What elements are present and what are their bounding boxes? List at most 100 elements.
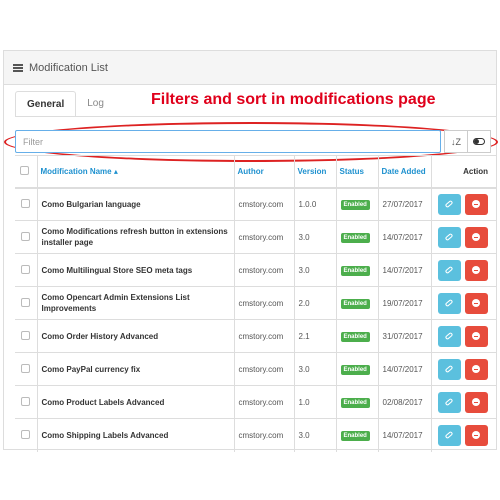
author-cell: cmstory.com [233,253,294,287]
disable-button[interactable] [464,292,488,314]
row-checkbox[interactable] [21,429,30,439]
modification-name: Como PayPal currency fix [36,352,234,386]
select-all-cell [15,155,37,189]
row-select-cell [15,418,37,452]
row-checkbox[interactable] [21,297,30,307]
author-cell: cmstory.com [233,286,294,320]
disable-button[interactable] [464,424,488,446]
link-icon [444,232,454,242]
tabs-divider [15,116,496,117]
version-cell: 2.0 [293,286,336,320]
date-cell: 14/07/2017 [377,418,431,452]
disable-button[interactable] [464,391,488,413]
status-badge: Enabled [340,397,370,408]
disable-button[interactable] [464,358,488,380]
status-badge: Enabled [340,331,370,342]
status-cell: Enabled [335,352,378,386]
list-icon [13,63,23,72]
author-cell: cmstory.com [233,319,294,353]
date-cell: 02/08/2017 [377,385,431,419]
table-row: Como Order History Advanced cmstory.com 2.… [15,319,496,353]
modification-name: Como Opencart Admin Extensions List Impr… [36,286,234,320]
row-select-cell [15,286,37,320]
tab-general[interactable]: General [15,91,77,117]
link-icon [444,331,454,341]
minus-circle-icon [472,332,480,340]
action-cell [430,220,496,254]
table-row: Como Product Labels Advanced cmstory.com 1… [15,385,496,419]
header-action: Action [430,155,496,189]
status-badge: Enabled [340,232,370,243]
modification-name: Como Order History Advanced [36,319,234,353]
action-cell [430,319,496,353]
panel-title: Modification List [29,61,108,74]
version-cell: 3.0 [293,220,336,254]
version-cell: 1.0.0 [293,187,336,221]
table-row: Como Multilingual Store SEO meta tags cms… [15,253,496,287]
disable-button[interactable] [464,226,488,248]
disable-button[interactable] [464,325,488,347]
minus-circle-icon [472,431,480,440]
select-all-checkbox[interactable] [20,165,29,175]
edit-button[interactable] [437,193,461,215]
disable-button[interactable] [464,193,488,215]
date-cell: 19/07/2017 [377,286,431,320]
status-cell: Enabled [335,187,378,221]
action-cell [430,352,496,386]
modification-table: Modification Name ▴ Author Version Statu… [15,155,496,452]
date-cell: 14/07/2017 [377,352,431,386]
header-author[interactable]: Author [233,155,294,189]
date-cell: 14/07/2017 [377,253,431,287]
edit-button[interactable] [437,424,461,446]
header-date[interactable]: Date Added [377,155,431,189]
disable-button[interactable] [464,259,488,281]
link-icon [444,431,454,440]
row-checkbox[interactable] [21,198,30,208]
link-icon [444,265,454,275]
version-cell: 1.0 [293,385,336,419]
modification-name: Como Multilingual Store SEO meta tags [36,253,234,287]
table-row: Como PayPal currency fix cmstory.com 3.0 En… [15,352,496,386]
link-icon [444,397,454,407]
action-cell [430,385,496,419]
status-badge: Enabled [340,298,370,309]
version-cell: 3.0 [293,418,336,452]
promo-headline: Filters and sort in modifications page [151,91,436,108]
row-checkbox[interactable] [21,396,30,406]
modification-name: Como Modifications refresh button in ext… [36,220,234,254]
sort-button[interactable]: ↓Z [444,130,468,153]
link-icon [444,200,454,209]
table-header-row: Modification Name ▴ Author Version Statu… [15,155,496,189]
status-cell: Enabled [335,286,378,320]
minus-circle-icon [472,365,480,373]
row-select-cell [15,220,37,254]
minus-circle-icon [472,299,480,307]
header-version[interactable]: Version [293,155,336,189]
header-name[interactable]: Modification Name ▴ [36,155,234,189]
modification-panel: Modification List General Log Filters an… [3,50,498,452]
edit-button[interactable] [437,259,461,281]
row-checkbox[interactable] [21,264,30,274]
row-checkbox[interactable] [21,363,30,373]
status-badge: Enabled [340,364,370,375]
edit-button[interactable] [437,325,461,347]
row-checkbox[interactable] [21,330,30,340]
edit-button[interactable] [437,391,461,413]
status-cell: Enabled [335,253,378,287]
modification-name: Como Bulgarian language [36,187,234,221]
toggle-button[interactable] [467,130,491,153]
edit-button[interactable] [437,226,461,248]
tab-log[interactable]: Log [76,91,115,117]
status-cell: Enabled [335,385,378,419]
author-cell: cmstory.com [233,352,294,386]
filter-input[interactable] [15,130,441,153]
edit-button[interactable] [437,292,461,314]
status-cell: Enabled [335,418,378,452]
author-cell: cmstory.com [233,418,294,452]
action-cell [430,418,496,452]
author-cell: cmstory.com [233,220,294,254]
row-checkbox[interactable] [21,231,30,241]
edit-button[interactable] [437,358,461,380]
row-select-cell [15,352,37,386]
header-status[interactable]: Status [335,155,378,189]
